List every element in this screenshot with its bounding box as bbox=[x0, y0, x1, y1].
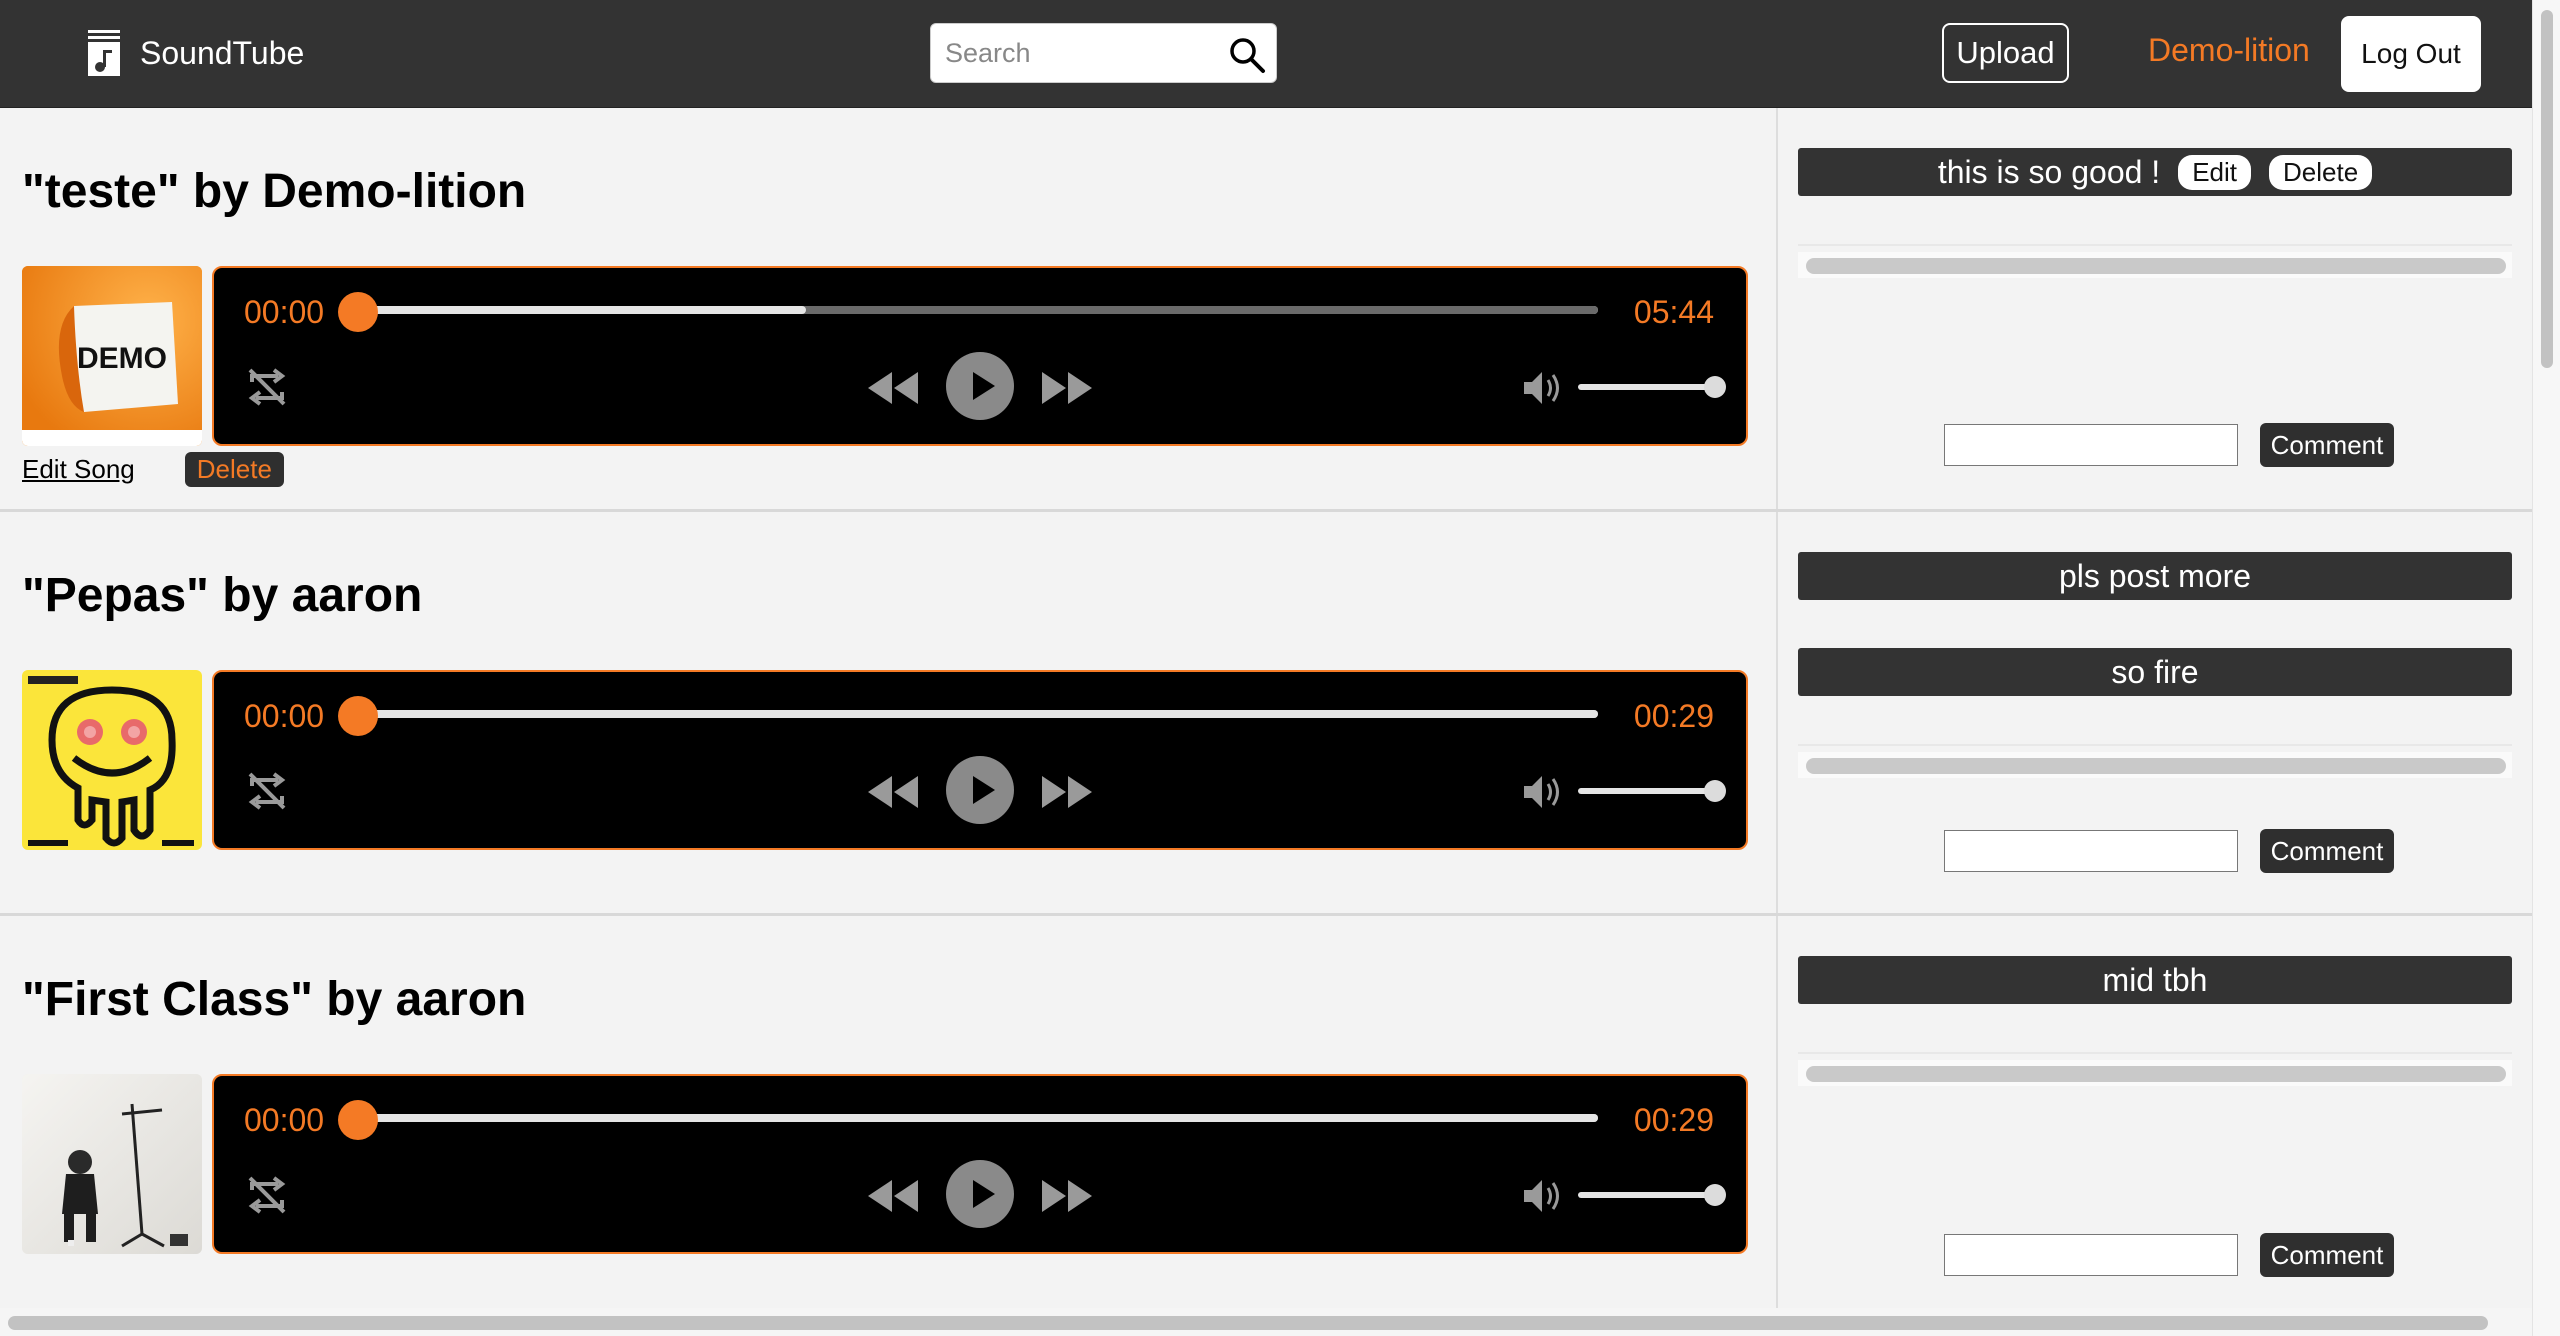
progress-buffered bbox=[360, 710, 1598, 718]
upload-button[interactable]: Upload bbox=[1942, 23, 2069, 83]
search-input[interactable] bbox=[945, 32, 1215, 74]
edit-song-link[interactable]: Edit Song bbox=[22, 454, 135, 485]
volume-slider[interactable] bbox=[1578, 788, 1716, 794]
play-icon bbox=[973, 1180, 995, 1208]
comments-scrollbar[interactable] bbox=[1806, 1066, 2506, 1082]
comment-submit-button[interactable]: Comment bbox=[2260, 829, 2394, 873]
progress-bar[interactable] bbox=[360, 710, 1598, 718]
comments-panel: this is so good ! Edit Delete Comment bbox=[1780, 108, 2532, 509]
search-icon[interactable] bbox=[1228, 36, 1266, 74]
horizontal-scrollbar-thumb[interactable] bbox=[8, 1316, 2488, 1330]
comment-text: this is so good ! bbox=[1937, 153, 2161, 190]
song-title: "First Class" by aaron bbox=[22, 973, 527, 1026]
delete-comment-button[interactable]: Delete bbox=[2269, 154, 2373, 190]
fast-forward-icon[interactable] bbox=[1040, 368, 1096, 408]
song-main: "First Class" by aaron 00:00 00:29 bbox=[0, 916, 1778, 1317]
comments-scrollbar[interactable] bbox=[1806, 258, 2506, 274]
fast-forward-icon[interactable] bbox=[1040, 772, 1096, 812]
volume-slider[interactable] bbox=[1578, 1192, 1716, 1198]
top-navbar: SoundTube Upload Demo-lition Log Out bbox=[0, 0, 2532, 108]
song-main: "teste" by Demo-lition DEMO 00:00 05:44 E… bbox=[0, 108, 1778, 509]
vertical-scrollbar[interactable] bbox=[2532, 0, 2560, 1336]
play-button[interactable] bbox=[946, 352, 1014, 420]
volume-icon[interactable] bbox=[1520, 1174, 1564, 1218]
vertical-scrollbar-thumb[interactable] bbox=[2541, 10, 2553, 368]
play-button[interactable] bbox=[946, 756, 1014, 824]
current-username[interactable]: Demo-lition bbox=[2148, 32, 2310, 69]
song-cover-art bbox=[22, 1074, 202, 1254]
comment-text: pls post more bbox=[2058, 557, 2252, 594]
loop-off-icon[interactable] bbox=[244, 364, 290, 410]
comment-divider bbox=[1798, 244, 2512, 246]
song-title: "teste" by Demo-lition bbox=[22, 165, 527, 218]
comment-item: so fire bbox=[1798, 648, 2512, 696]
comment-text: so fire bbox=[2111, 653, 2199, 690]
comment-input[interactable] bbox=[1944, 830, 2238, 872]
comment-divider bbox=[1798, 1052, 2512, 1054]
volume-thumb[interactable] bbox=[1704, 780, 1726, 802]
loop-off-icon[interactable] bbox=[244, 768, 290, 814]
duration: 05:44 bbox=[1633, 294, 1714, 330]
current-time: 00:00 bbox=[244, 698, 325, 734]
duration: 00:29 bbox=[1633, 698, 1714, 734]
audio-player: 00:00 00:29 bbox=[212, 670, 1748, 850]
brand-home-link[interactable]: SoundTube bbox=[86, 30, 304, 76]
progress-buffered bbox=[360, 1114, 1598, 1122]
song-cover-art bbox=[22, 670, 202, 850]
comment-submit-button[interactable]: Comment bbox=[2260, 423, 2394, 467]
progress-thumb[interactable] bbox=[338, 1100, 378, 1140]
volume-slider[interactable] bbox=[1578, 384, 1716, 390]
comment-divider bbox=[1798, 744, 2512, 746]
current-time: 00:00 bbox=[244, 294, 325, 330]
music-note-icon bbox=[86, 30, 122, 76]
comment-item: pls post more bbox=[1798, 552, 2512, 600]
current-time: 00:00 bbox=[244, 1102, 325, 1138]
rewind-icon[interactable] bbox=[864, 772, 920, 812]
comment-submit-button[interactable]: Comment bbox=[2260, 1233, 2394, 1277]
song-owner-actions: Edit Song Delete bbox=[22, 452, 284, 487]
song-row: "First Class" by aaron 00:00 00:29 mid tb… bbox=[0, 916, 2532, 1320]
svg-text:DEMO: DEMO bbox=[77, 342, 167, 375]
fast-forward-icon[interactable] bbox=[1040, 1176, 1096, 1216]
rewind-icon[interactable] bbox=[864, 368, 920, 408]
song-main: "Pepas" by aaron 00:00 00:29 bbox=[0, 512, 1778, 913]
comment-item: mid tbh bbox=[1798, 956, 2512, 1004]
horizontal-scrollbar[interactable] bbox=[0, 1308, 2532, 1336]
brand-name[interactable]: SoundTube bbox=[140, 35, 304, 72]
audio-player: 00:00 05:44 bbox=[212, 266, 1748, 446]
comment-input[interactable] bbox=[1944, 424, 2238, 466]
play-button[interactable] bbox=[946, 1160, 1014, 1228]
progress-thumb[interactable] bbox=[338, 696, 378, 736]
volume-icon[interactable] bbox=[1520, 366, 1564, 410]
audio-player: 00:00 00:29 bbox=[212, 1074, 1748, 1254]
comment-text: mid tbh bbox=[2102, 961, 2208, 998]
loop-off-icon[interactable] bbox=[244, 1172, 290, 1218]
comment-item: this is so good ! Edit Delete bbox=[1798, 148, 2512, 196]
volume-thumb[interactable] bbox=[1704, 376, 1726, 398]
edit-comment-button[interactable]: Edit bbox=[2178, 154, 2251, 190]
progress-bar[interactable] bbox=[360, 1114, 1598, 1122]
rewind-icon[interactable] bbox=[864, 1176, 920, 1216]
volume-thumb[interactable] bbox=[1704, 1184, 1726, 1206]
play-icon bbox=[973, 372, 995, 400]
song-row: "Pepas" by aaron 00:00 00:29 pls post mor… bbox=[0, 512, 2532, 916]
song-cover-art: DEMO bbox=[22, 266, 202, 446]
search-box bbox=[930, 23, 1277, 83]
progress-thumb[interactable] bbox=[338, 292, 378, 332]
comments-scrollbar[interactable] bbox=[1806, 758, 2506, 774]
delete-song-button[interactable]: Delete bbox=[184, 452, 284, 487]
progress-bar[interactable] bbox=[360, 306, 1598, 314]
progress-buffered bbox=[360, 306, 806, 314]
comments-panel: pls post more so fire Comment bbox=[1780, 512, 2532, 913]
comments-panel: mid tbh Comment bbox=[1780, 916, 2532, 1317]
comment-input[interactable] bbox=[1944, 1234, 2238, 1276]
volume-icon[interactable] bbox=[1520, 770, 1564, 814]
logout-button[interactable]: Log Out bbox=[2341, 16, 2481, 92]
song-row: "teste" by Demo-lition DEMO 00:00 05:44 E… bbox=[0, 108, 2532, 512]
duration: 00:29 bbox=[1633, 1102, 1714, 1138]
song-title: "Pepas" by aaron bbox=[22, 569, 423, 622]
play-icon bbox=[973, 776, 995, 804]
